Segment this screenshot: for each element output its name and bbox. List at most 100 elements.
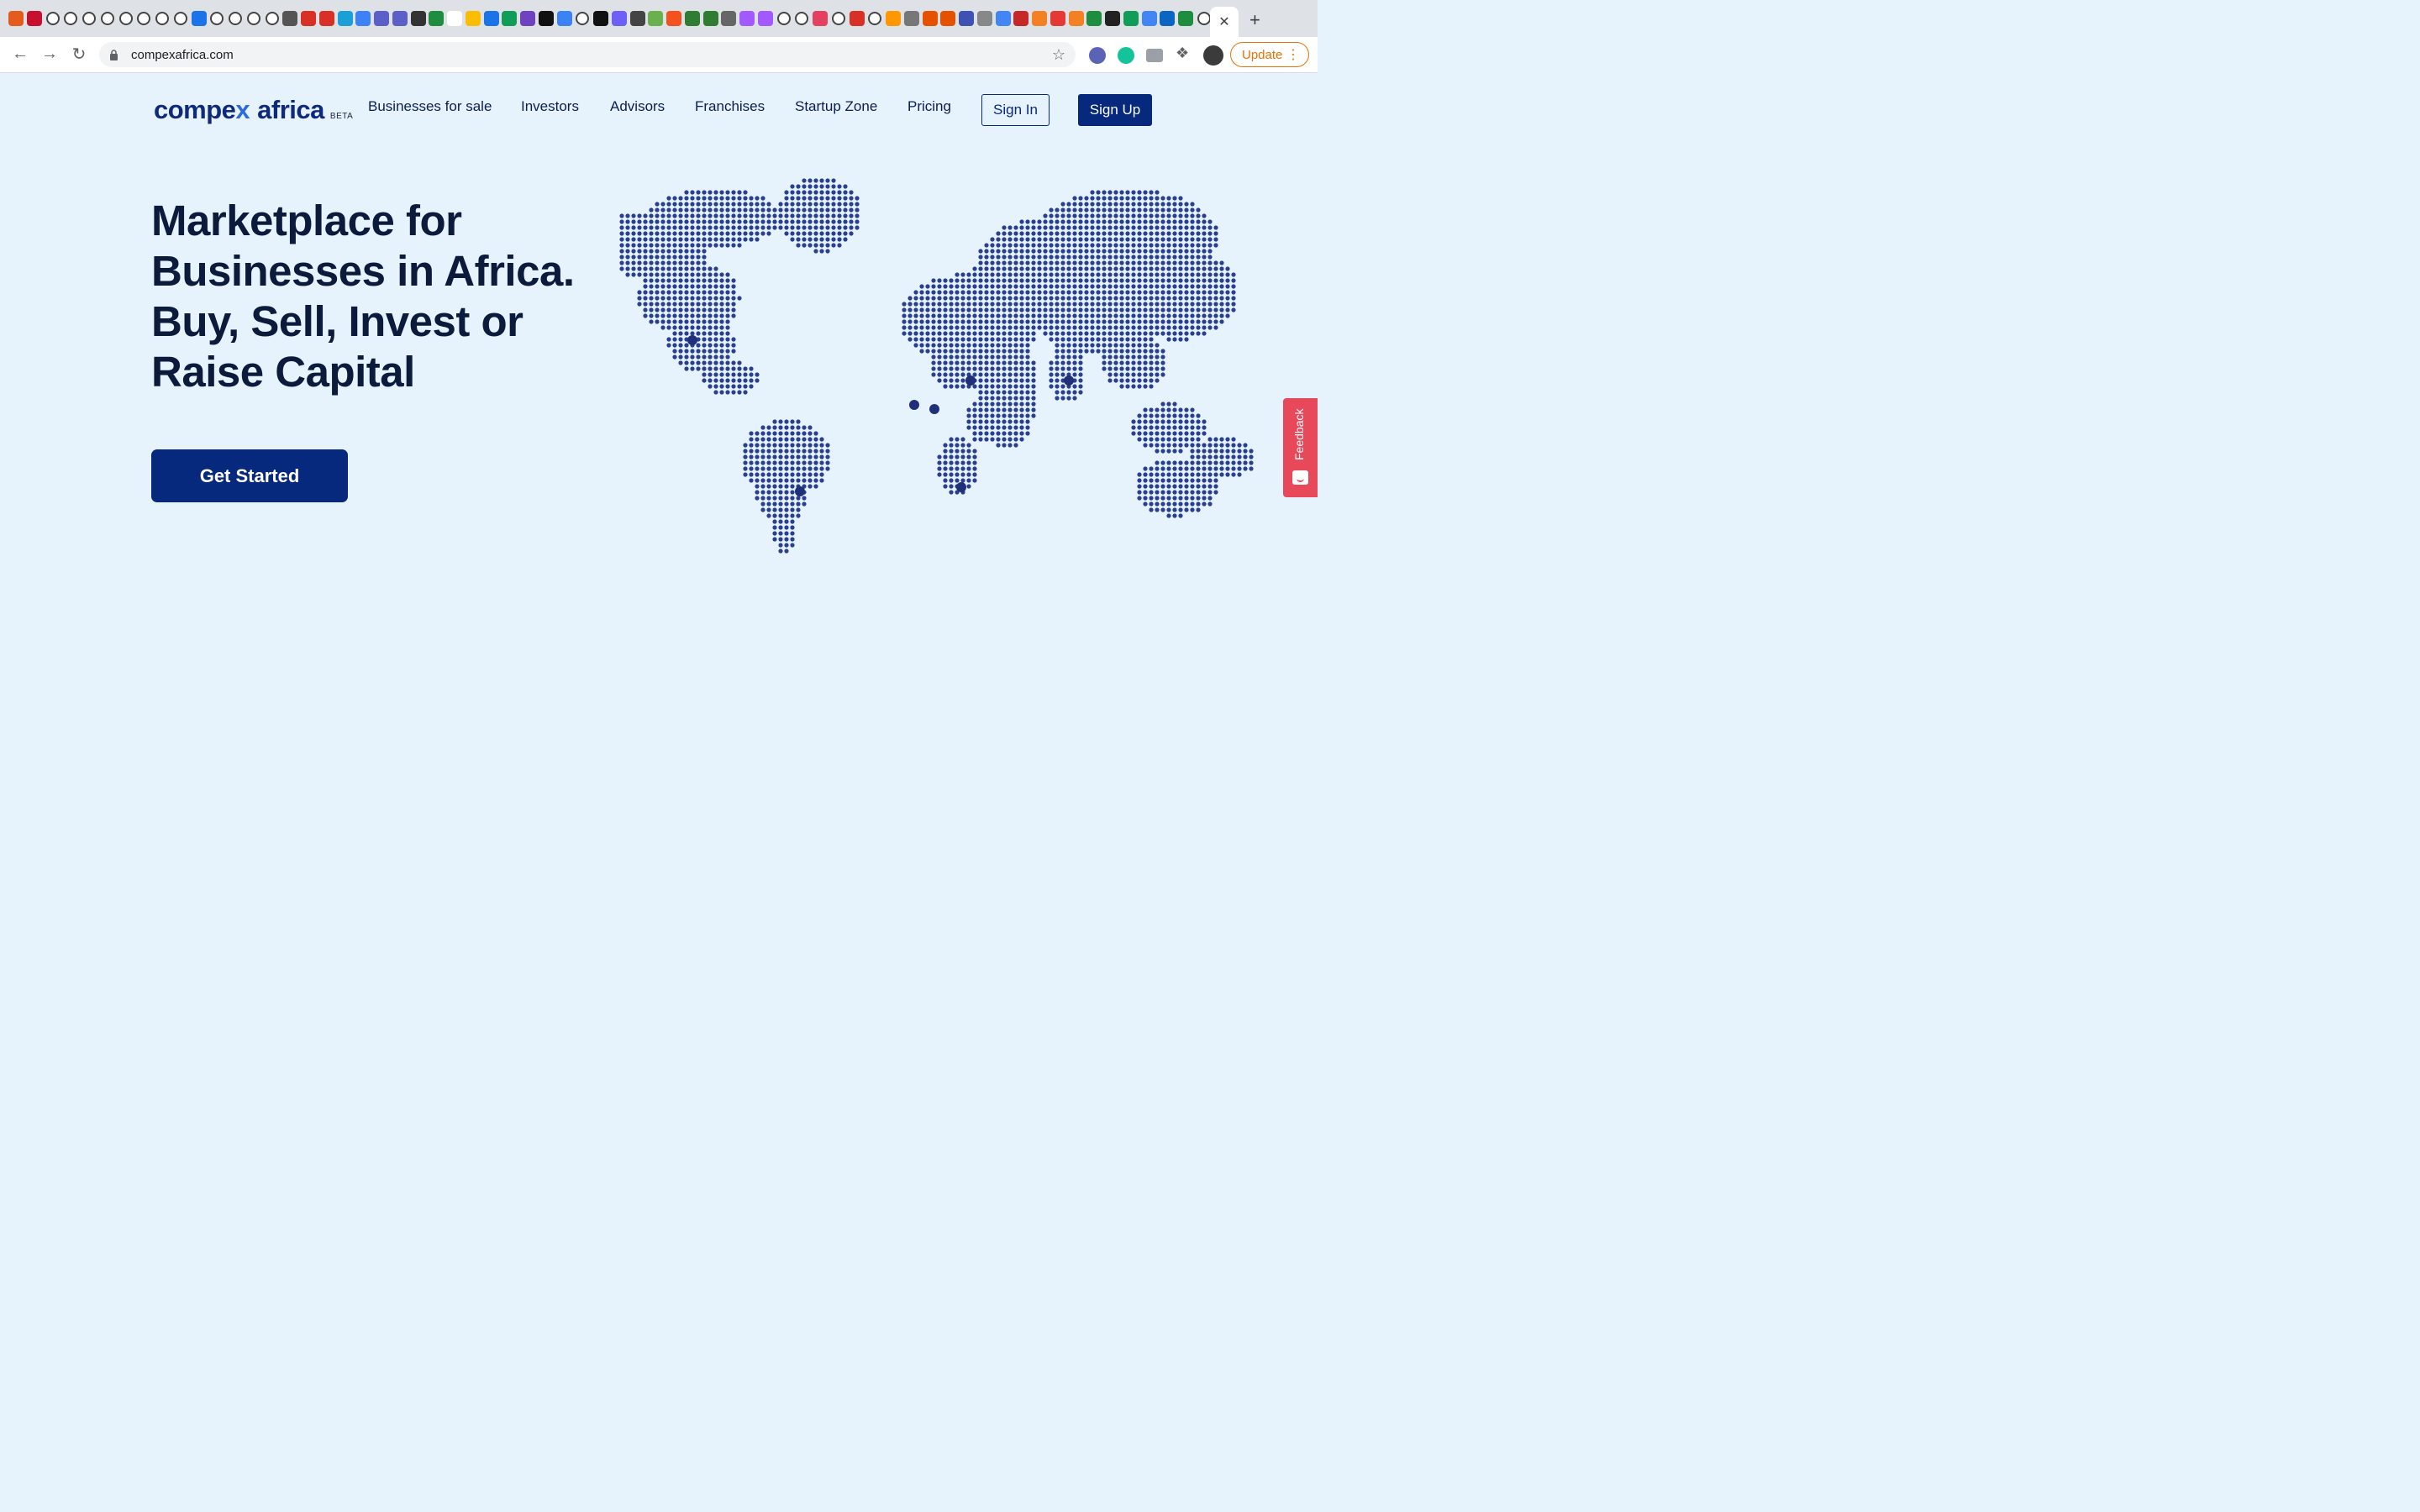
tab-favicon-icon[interactable] — [849, 11, 865, 26]
nav-franchises[interactable]: Franchises — [695, 98, 765, 115]
map-dot — [972, 419, 977, 424]
map-dot — [1149, 196, 1154, 201]
tab-favicon-icon[interactable] — [374, 11, 389, 26]
github-tab-icon[interactable] — [776, 12, 791, 25]
tab-favicon-icon[interactable] — [648, 11, 664, 26]
nav-advisors[interactable]: Advisors — [610, 98, 665, 115]
site-logo[interactable]: compe x africa BETA — [154, 95, 353, 125]
tab-favicon-icon[interactable] — [483, 11, 499, 26]
tab-favicon-icon[interactable] — [813, 11, 828, 26]
map-dot — [1107, 219, 1113, 224]
github-tab-icon[interactable] — [265, 12, 279, 25]
tab-favicon-icon[interactable] — [1086, 11, 1102, 26]
tab-favicon-icon[interactable] — [301, 11, 316, 26]
nav-pricing[interactable]: Pricing — [908, 98, 951, 115]
nav-businesses-for-sale[interactable]: Businesses for sale — [368, 98, 492, 115]
tab-favicon-icon[interactable] — [721, 11, 737, 26]
tab-favicon-icon[interactable] — [611, 11, 627, 26]
tab-favicon-icon[interactable] — [702, 11, 718, 26]
address-bar[interactable]: compexafrica.com ☆ — [99, 42, 1076, 67]
get-started-button[interactable]: Get Started — [151, 449, 348, 502]
tab-favicon-icon[interactable] — [556, 11, 572, 26]
sign-in-button[interactable]: Sign In — [981, 94, 1050, 126]
tab-favicon-icon[interactable] — [465, 11, 481, 26]
tab-favicon-icon[interactable] — [593, 11, 608, 26]
tab-favicon-icon[interactable] — [318, 11, 334, 26]
tab-favicon-icon[interactable] — [1178, 11, 1193, 26]
feedback-tab[interactable]: Feedback — [1283, 398, 1318, 497]
tab-favicon-icon[interactable] — [282, 11, 298, 26]
tab-favicon-icon[interactable] — [959, 11, 974, 26]
active-tab[interactable]: ✕ — [1210, 7, 1239, 37]
puzzle-icon[interactable]: ❖ — [1176, 45, 1192, 61]
github-tab-icon[interactable] — [118, 12, 133, 25]
github-tab-icon[interactable] — [45, 12, 60, 25]
github-tab-icon[interactable] — [210, 12, 224, 25]
reload-icon[interactable]: ↻ — [69, 44, 89, 64]
github-tab-icon[interactable] — [100, 12, 114, 25]
tab-favicon-icon[interactable] — [410, 11, 426, 26]
tab-favicon-icon[interactable] — [447, 11, 462, 26]
update-button[interactable]: Update ⋮ — [1230, 42, 1309, 67]
map-dot — [943, 325, 948, 330]
tab-favicon-icon[interactable] — [757, 11, 773, 26]
tab-favicon-icon[interactable] — [1160, 11, 1176, 26]
nav-startup-zone[interactable]: Startup Zone — [795, 98, 877, 115]
tab-favicon-icon[interactable] — [940, 11, 956, 26]
tab-favicon-icon[interactable] — [392, 11, 408, 26]
github-tab-icon[interactable] — [1197, 12, 1211, 25]
tab-favicon-icon[interactable] — [502, 11, 518, 26]
tab-favicon-icon[interactable] — [684, 11, 700, 26]
tab-favicon-icon[interactable] — [629, 11, 645, 26]
tab-favicon-icon[interactable] — [1105, 11, 1120, 26]
tab-favicon-icon[interactable] — [538, 11, 554, 26]
sign-up-button[interactable]: Sign Up — [1078, 94, 1152, 126]
github-tab-icon[interactable] — [155, 12, 169, 25]
tab-favicon-icon[interactable] — [903, 11, 919, 26]
bookmark-star-icon[interactable]: ☆ — [1052, 46, 1065, 64]
close-tab-icon[interactable]: ✕ — [1218, 13, 1229, 30]
tab-favicon-icon[interactable] — [1050, 11, 1065, 26]
github-tab-icon[interactable] — [64, 12, 78, 25]
tab-favicon-icon[interactable] — [8, 11, 24, 26]
tab-favicon-icon[interactable] — [429, 11, 445, 26]
tab-favicon-icon[interactable] — [1032, 11, 1047, 26]
tab-favicon-icon[interactable] — [26, 11, 42, 26]
profile-avatar[interactable] — [1203, 45, 1223, 66]
map-dot — [1137, 272, 1142, 277]
github-tab-icon[interactable] — [173, 12, 187, 25]
tab-favicon-icon[interactable] — [976, 11, 992, 26]
github-tab-icon[interactable] — [229, 12, 242, 25]
grammarly-icon[interactable] — [1118, 47, 1134, 64]
tab-favicon-icon[interactable] — [1013, 11, 1029, 26]
back-icon[interactable]: ← — [10, 44, 30, 64]
tab-favicon-icon[interactable] — [739, 11, 755, 26]
url-text[interactable]: compexafrica.com — [131, 48, 234, 62]
github-tab-icon[interactable] — [795, 12, 809, 25]
github-tab-icon[interactable] — [868, 12, 882, 25]
tab-favicon-icon[interactable] — [1141, 11, 1157, 26]
tab-favicon-icon[interactable] — [520, 11, 535, 26]
tab-favicon-icon[interactable] — [666, 11, 681, 26]
map-dot — [1196, 331, 1201, 336]
camera-icon[interactable] — [1146, 49, 1163, 62]
tab-favicon-icon[interactable] — [922, 11, 938, 26]
github-tab-icon[interactable] — [831, 12, 845, 25]
github-tab-icon[interactable] — [137, 12, 151, 25]
tab-favicon-icon[interactable] — [1068, 11, 1084, 26]
tab-favicon-icon[interactable] — [1123, 11, 1139, 26]
map-dot — [949, 307, 954, 312]
new-tab-icon[interactable]: + — [1249, 9, 1260, 31]
tab-favicon-icon[interactable] — [995, 11, 1011, 26]
github-tab-icon[interactable] — [246, 12, 260, 25]
github-tab-icon[interactable] — [576, 12, 590, 25]
github-tab-icon[interactable] — [82, 12, 96, 25]
tab-favicon-icon[interactable] — [355, 11, 371, 26]
tab-favicon-icon[interactable] — [337, 11, 353, 26]
tab-favicon-icon[interactable] — [191, 11, 207, 26]
forward-icon[interactable]: → — [39, 44, 60, 64]
nav-investors[interactable]: Investors — [521, 98, 579, 115]
extension-icon[interactable] — [1089, 47, 1106, 64]
menu-dots-icon[interactable]: ⋮ — [1286, 46, 1300, 63]
tab-favicon-icon[interactable] — [886, 11, 901, 26]
